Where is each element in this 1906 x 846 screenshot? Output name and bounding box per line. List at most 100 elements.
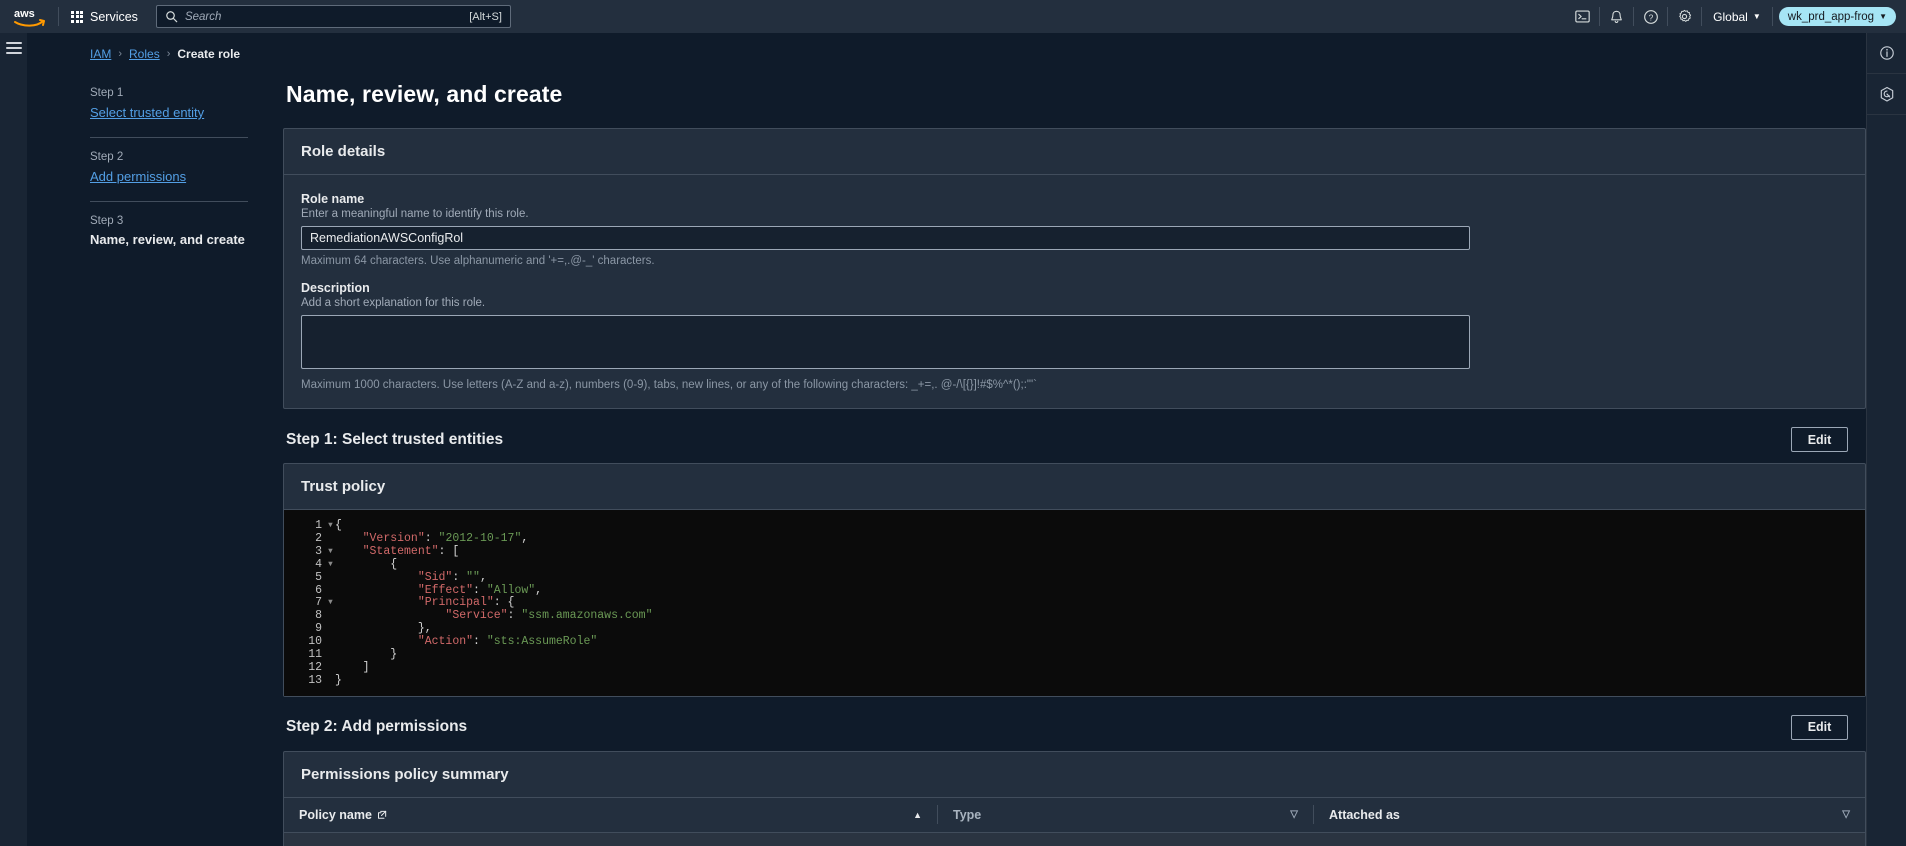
role-name-field-group: Role name Enter a meaningful name to ide… <box>301 192 1848 267</box>
wizard-sidebar: IAM › Roles › Create role Step 1 Select … <box>27 33 283 846</box>
region-selector[interactable]: Global ▼ <box>1702 0 1772 33</box>
code-fold-toggle-icon[interactable]: ▾ <box>326 559 335 572</box>
code-fold-spacer <box>326 675 335 688</box>
breadcrumb-item-roles[interactable]: Roles <box>129 47 160 61</box>
code-fold-toggle-icon[interactable]: ▾ <box>326 546 335 559</box>
permissions-policy-summary-heading: Permissions policy summary <box>284 752 1865 797</box>
svg-text:aws: aws <box>14 8 35 20</box>
permissions-table-body <box>284 833 1865 846</box>
search-icon <box>165 10 178 23</box>
breadcrumb-separator-icon: › <box>118 48 122 60</box>
role-description-textarea[interactable] <box>301 315 1470 369</box>
role-description-label: Description <box>301 281 1848 295</box>
global-search-box[interactable]: [Alt+S] <box>156 5 511 28</box>
step1-title: Step 1: Select trusted entities <box>286 431 503 449</box>
wizard-step-2-link[interactable]: Add permissions <box>90 169 186 184</box>
permissions-table-header: Policy name ▲ Type ▽ Attached as ▽ <box>284 797 1865 833</box>
wizard-step-3-label: Name, review, and create <box>90 232 248 247</box>
step2-title: Step 2: Add permissions <box>286 718 467 736</box>
code-fold-toggle-icon[interactable]: ▾ <box>326 520 335 533</box>
wizard-step-3: Step 3 Name, review, and create <box>90 215 283 247</box>
account-label: wk_prd_app-frog <box>1788 11 1874 23</box>
wizard-step-1-link[interactable]: Select trusted entity <box>90 105 204 120</box>
breadcrumb-item-create-role: Create role <box>177 47 240 61</box>
wizard-step-1: Step 1 Select trusted entity <box>90 87 283 122</box>
wizard-step-2: Step 2 Add permissions <box>90 151 283 186</box>
top-navigation-bar: aws Services [Alt+S] <box>0 0 1906 33</box>
role-details-container: Role details Role name Enter a meaningfu… <box>283 128 1866 409</box>
search-input[interactable] <box>185 11 469 23</box>
table-column-policy-name[interactable]: Policy name ▲ <box>284 797 937 833</box>
code-line: 11 } <box>284 649 1865 662</box>
code-fold-spacer <box>326 649 335 662</box>
svg-text:?: ? <box>1648 12 1653 22</box>
filter-triangle-icon[interactable]: ▽ <box>1290 809 1298 820</box>
services-menu-button[interactable]: Services <box>59 0 150 33</box>
external-link-icon <box>377 810 387 820</box>
left-rail <box>0 33 27 846</box>
breadcrumb: IAM › Roles › Create role <box>90 47 283 61</box>
search-shortcut-hint: [Alt+S] <box>469 11 502 23</box>
code-line: 12 ] <box>284 662 1865 675</box>
role-details-body: Role name Enter a meaningful name to ide… <box>284 175 1865 408</box>
wizard-step-divider <box>90 137 248 138</box>
info-circle-icon[interactable] <box>1867 33 1906 74</box>
cloudshell-icon[interactable] <box>1566 0 1599 33</box>
help-question-icon[interactable]: ? <box>1634 0 1667 33</box>
code-fold-spacer <box>326 662 335 675</box>
code-line-number: 2 <box>284 533 326 546</box>
account-menu-button[interactable]: wk_prd_app-frog ▼ <box>1779 7 1896 26</box>
trust-policy-code-block[interactable]: 1▾{2 "Version": "2012-10-17",3▾ "Stateme… <box>284 509 1865 696</box>
trust-policy-heading: Trust policy <box>284 464 1865 509</box>
code-fold-spacer <box>326 623 335 636</box>
breadcrumb-separator-icon: › <box>167 48 171 60</box>
permissions-policy-summary-container: Permissions policy summary Policy name ▲… <box>283 751 1866 846</box>
code-line: 13} <box>284 675 1865 688</box>
code-fold-spacer <box>326 572 335 585</box>
role-name-constraint: Maximum 64 characters. Use alphanumeric … <box>301 255 1848 267</box>
code-line-number: 13 <box>284 675 326 688</box>
breadcrumb-item-iam[interactable]: IAM <box>90 47 111 61</box>
role-name-label: Role name <box>301 192 1848 206</box>
table-column-policy-name-label: Policy name <box>299 808 372 822</box>
notifications-bell-icon[interactable] <box>1600 0 1633 33</box>
code-line: 6 "Effect": "Allow", <box>284 585 1865 598</box>
nav-divider <box>1772 7 1773 26</box>
settings-gear-icon[interactable] <box>1668 0 1701 33</box>
step2-edit-button[interactable]: Edit <box>1791 715 1848 740</box>
page-title: Name, review, and create <box>286 81 1866 108</box>
role-name-input[interactable] <box>301 226 1470 250</box>
code-line-number: 4 <box>284 559 326 572</box>
code-line-number: 3 <box>284 546 326 559</box>
filter-triangle-icon[interactable]: ▽ <box>1842 809 1850 820</box>
code-line: 8 "Service": "ssm.amazonaws.com" <box>284 610 1865 623</box>
sidebar-toggle-hamburger-icon[interactable] <box>6 42 22 54</box>
code-line-text: } <box>335 675 342 688</box>
sort-ascending-icon[interactable]: ▲ <box>913 810 922 820</box>
code-fold-spacer <box>326 533 335 546</box>
wizard-step-2-number: Step 2 <box>90 151 248 163</box>
trust-policy-container: Trust policy 1▾{2 "Version": "2012-10-17… <box>283 463 1866 697</box>
chevron-down-icon: ▼ <box>1753 13 1761 21</box>
main-content: Name, review, and create Role details Ro… <box>283 33 1866 846</box>
table-column-type[interactable]: Type ▽ <box>938 797 1313 833</box>
code-line: 3▾ "Statement": [ <box>284 546 1865 559</box>
wizard-step-divider <box>90 201 248 202</box>
table-column-attached-as[interactable]: Attached as ▽ <box>1314 797 1865 833</box>
hexagon-shield-icon[interactable] <box>1867 74 1906 115</box>
grid-apps-icon <box>71 11 83 23</box>
top-nav-right-group: ? Global ▼ wk_prd_app-frog ▼ <box>1566 0 1906 33</box>
code-line: 10 "Action": "sts:AssumeRole" <box>284 636 1865 649</box>
role-name-description: Enter a meaningful name to identify this… <box>301 208 1848 220</box>
chevron-down-icon: ▼ <box>1879 13 1887 21</box>
aws-logo[interactable]: aws <box>0 0 58 33</box>
step2-header-row: Step 2: Add permissions Edit <box>286 715 1866 740</box>
code-fold-spacer <box>326 636 335 649</box>
code-line-number: 12 <box>284 662 326 675</box>
code-line-number: 5 <box>284 572 326 585</box>
code-line: 4▾ { <box>284 559 1865 572</box>
code-fold-spacer <box>326 610 335 623</box>
step1-edit-button[interactable]: Edit <box>1791 427 1848 452</box>
code-line-number: 1 <box>284 520 326 533</box>
code-fold-toggle-icon[interactable]: ▾ <box>326 597 335 610</box>
